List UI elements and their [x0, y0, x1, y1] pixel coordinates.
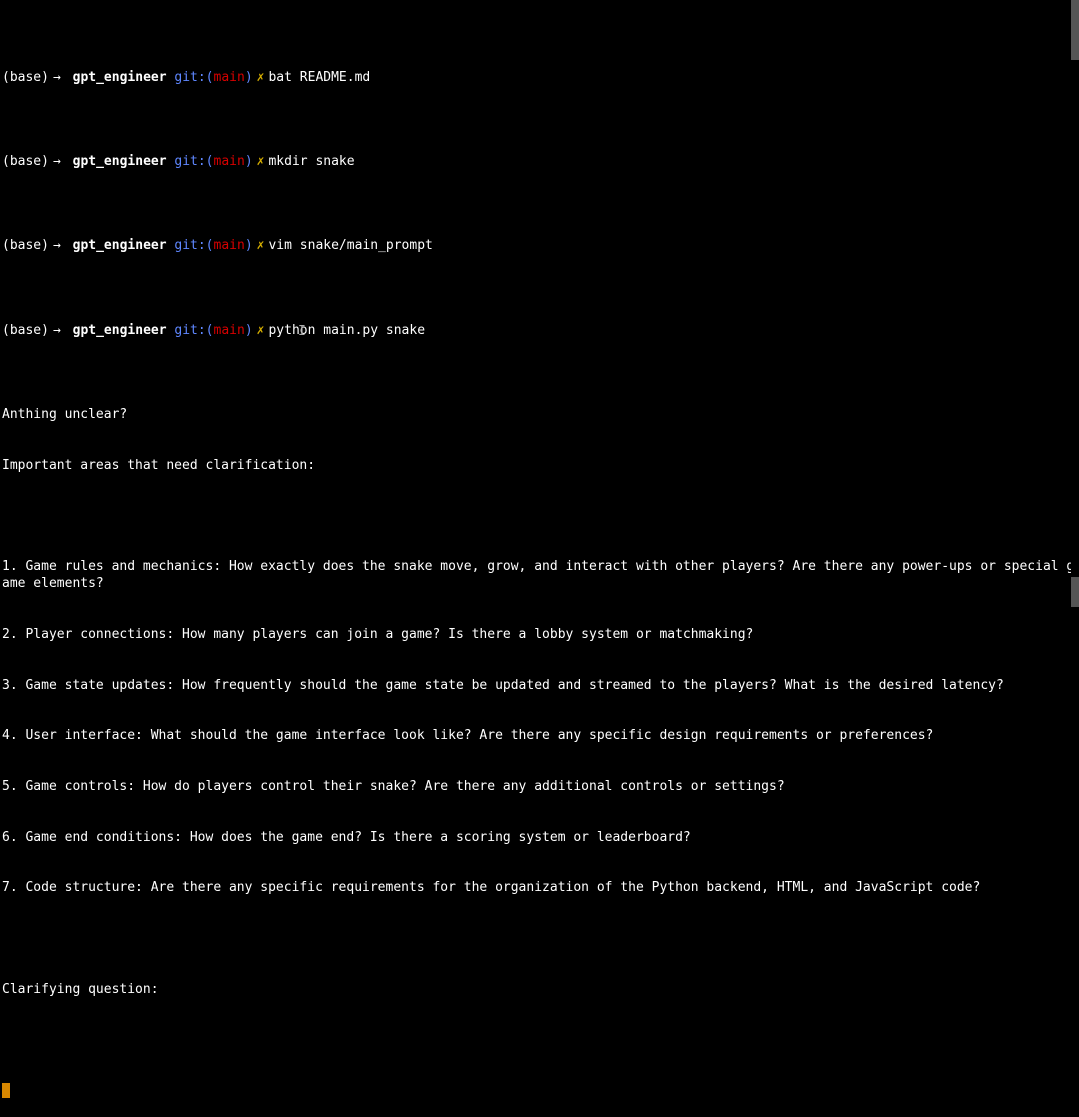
git-branch: main — [214, 70, 245, 87]
git-prefix: git:( — [174, 154, 213, 171]
git-dirty-icon: ✗ — [257, 70, 265, 87]
git-branch: main — [214, 323, 245, 340]
command-text: python main.py snake — [268, 323, 425, 340]
scrollbar-track[interactable] — [1071, 0, 1079, 607]
terminal[interactable]: (base) → gpt_engineer git:(main) ✗ bat R… — [2, 2, 1077, 1117]
cwd-label: gpt_engineer — [73, 238, 167, 255]
cursor-icon — [2, 1083, 10, 1098]
input-line[interactable] — [2, 1083, 1077, 1100]
output-text: 4. User interface: What should the game … — [2, 728, 1077, 745]
git-dirty-icon: ✗ — [257, 238, 265, 255]
git-suffix: ) — [245, 70, 253, 87]
arrow-icon: → — [53, 238, 61, 255]
git-suffix: ) — [245, 323, 253, 340]
blank-line — [2, 509, 1077, 526]
prompt-line: (base) → gpt_engineer git:(main) ✗ mkdir… — [2, 154, 1077, 171]
git-dirty-icon: ✗ — [257, 154, 265, 171]
blank-line — [2, 931, 1077, 948]
output-text: Clarifying question: — [2, 982, 1077, 999]
output-text: 3. Game state updates: How frequently sh… — [2, 678, 1077, 695]
prompt-line: (base) → gpt_engineer git:(main) ✗ bat R… — [2, 70, 1077, 87]
output-text: 7. Code structure: Are there any specifi… — [2, 880, 1077, 897]
cwd-label: gpt_engineer — [73, 154, 167, 171]
output-text: 1. Game rules and mechanics: How exactly… — [2, 559, 1077, 593]
git-dirty-icon: ✗ — [257, 323, 265, 340]
scrollbar-thumb[interactable] — [1071, 577, 1079, 607]
output-text: 5. Game controls: How do players control… — [2, 779, 1077, 796]
env-label: (base) — [2, 154, 49, 171]
git-branch: main — [214, 238, 245, 255]
output-text: 2. Player connections: How many players … — [2, 627, 1077, 644]
scrollbar-thumb[interactable] — [1071, 0, 1079, 60]
env-label: (base) — [2, 323, 49, 340]
output-text: 6. Game end conditions: How does the gam… — [2, 830, 1077, 847]
arrow-icon: → — [53, 154, 61, 171]
git-prefix: git:( — [174, 70, 213, 87]
cwd-label: gpt_engineer — [73, 323, 167, 340]
git-prefix: git:( — [174, 238, 213, 255]
env-label: (base) — [2, 238, 49, 255]
arrow-icon: → — [53, 323, 61, 340]
git-branch: main — [214, 154, 245, 171]
output-text: Important areas that need clarification: — [2, 458, 1077, 475]
arrow-icon: → — [53, 70, 61, 87]
env-label: (base) — [2, 70, 49, 87]
command-text: bat README.md — [268, 70, 370, 87]
command-text: mkdir snake — [268, 154, 354, 171]
git-suffix: ) — [245, 238, 253, 255]
cwd-label: gpt_engineer — [73, 70, 167, 87]
git-suffix: ) — [245, 154, 253, 171]
blank-line — [2, 1032, 1077, 1049]
prompt-line: (base) → gpt_engineer git:(main) ✗ pytho… — [2, 323, 1077, 340]
prompt-line: (base) → gpt_engineer git:(main) ✗ vim s… — [2, 238, 1077, 255]
git-prefix: git:( — [174, 323, 213, 340]
command-text: vim snake/main_prompt — [268, 238, 432, 255]
output-text: Anthing unclear? — [2, 407, 1077, 424]
